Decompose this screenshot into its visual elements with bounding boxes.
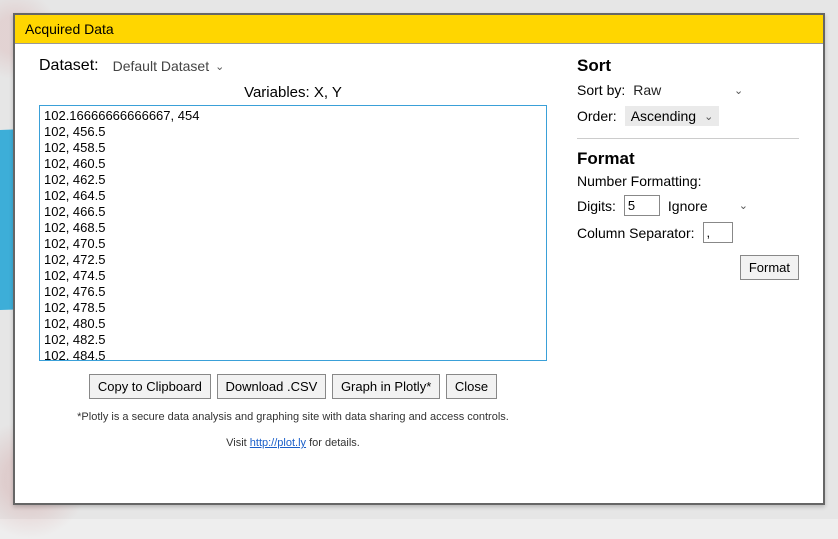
order-select[interactable]: Ascending ⌄ — [625, 106, 720, 126]
format-header: Format — [577, 149, 799, 169]
plotly-footnote: *Plotly is a secure data analysis and gr… — [39, 411, 547, 423]
column-separator-label: Column Separator: — [577, 225, 695, 241]
digits-label: Digits: — [577, 198, 616, 214]
digits-mode-value: Ignore — [668, 198, 708, 214]
chevron-down-icon: ⌄ — [734, 84, 743, 97]
digits-mode-select[interactable]: Ignore ⌄ — [668, 196, 748, 216]
divider — [577, 138, 799, 139]
column-separator-input[interactable] — [703, 222, 733, 243]
graph-plotly-button[interactable]: Graph in Plotly* — [332, 374, 440, 399]
download-csv-button[interactable]: Download .CSV — [217, 374, 327, 399]
dataset-selected-value: Default Dataset — [113, 58, 210, 74]
dialog-title: Acquired Data — [15, 15, 823, 44]
number-formatting-label: Number Formatting: — [577, 173, 701, 189]
dataset-select[interactable]: Default Dataset ⌄ — [109, 56, 229, 76]
plotly-link-footnote: Visit http://plot.ly for details. — [39, 437, 547, 449]
order-value: Ascending — [631, 108, 696, 124]
digits-input[interactable] — [624, 195, 660, 216]
sort-by-value: Raw — [633, 82, 726, 98]
chevron-down-icon: ⌄ — [739, 199, 748, 212]
sort-by-label: Sort by: — [577, 82, 625, 98]
sort-header: Sort — [577, 56, 799, 76]
plotly-link[interactable]: http://plot.ly — [250, 437, 306, 449]
order-label: Order: — [577, 108, 617, 124]
chevron-down-icon: ⌄ — [215, 60, 224, 73]
chevron-down-icon: ⌄ — [704, 110, 713, 123]
data-textarea[interactable] — [39, 105, 547, 361]
variables-label: Variables: X, Y — [39, 84, 547, 101]
close-button[interactable]: Close — [446, 374, 497, 399]
sort-by-select[interactable]: Raw ⌄ — [633, 80, 743, 100]
copy-to-clipboard-button[interactable]: Copy to Clipboard — [89, 374, 211, 399]
dataset-label: Dataset: — [39, 57, 99, 75]
format-button[interactable]: Format — [740, 255, 799, 280]
acquired-data-dialog: Acquired Data Dataset: Default Dataset ⌄… — [13, 13, 825, 505]
